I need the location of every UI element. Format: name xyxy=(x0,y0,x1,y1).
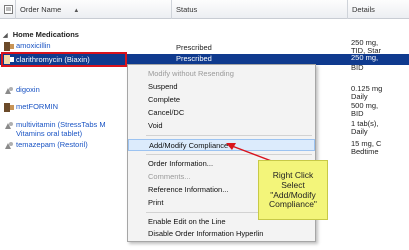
details-line: Daily xyxy=(351,127,368,136)
order-name[interactable]: digoxin xyxy=(16,85,40,94)
sort-ascending-icon: ▲ xyxy=(73,8,80,14)
order-name-column-header[interactable]: Order Name ▲ xyxy=(16,0,172,19)
order-details: 250 mg, TID, Star xyxy=(351,39,409,55)
status-header-label: Status xyxy=(176,5,198,14)
details-line: Daily xyxy=(351,92,368,101)
prescription-order-icon xyxy=(4,103,14,112)
section-home-medications[interactable]: ◢ Home Medications xyxy=(0,29,409,40)
order-details: 0.125 mg Daily xyxy=(351,85,409,101)
menu-separator xyxy=(146,154,312,155)
menu-item-add-modify-compliance[interactable]: Add/Modify Compliance xyxy=(128,139,315,151)
menu-item-cancel-dc[interactable]: Cancel/DC xyxy=(128,107,315,119)
documented-med-icon xyxy=(5,87,13,94)
header-icon-column[interactable] xyxy=(0,0,16,19)
instruction-callout: Right Click Select "Add/Modify Complianc… xyxy=(258,160,328,220)
details-column-header[interactable]: Details xyxy=(348,0,409,19)
notes-icon xyxy=(4,5,13,14)
order-details: BID xyxy=(351,64,409,72)
documented-med-icon xyxy=(5,142,13,149)
menu-item-suspend[interactable]: Suspend xyxy=(128,81,315,93)
details-header-label: Details xyxy=(352,5,375,14)
details-line: Bedtime xyxy=(351,147,379,156)
order-status: Prescribed xyxy=(176,43,212,52)
menu-item-complete[interactable]: Complete xyxy=(128,94,315,106)
menu-item-disable-order-information-hyperlink[interactable]: Disable Order Information Hyperlin xyxy=(128,228,315,240)
order-name-line: Vitamins oral tablet) xyxy=(16,129,83,138)
order-name[interactable]: multivitamin (StressTabs M Vitamins oral… xyxy=(16,120,126,138)
order-row-amoxicillin[interactable]: amoxicillin Prescribed 250 mg, TID, Star xyxy=(0,39,409,55)
menu-item-void[interactable]: Void xyxy=(128,120,315,132)
callout-line: Compliance" xyxy=(269,199,317,210)
order-details: 250 mg, xyxy=(351,54,409,62)
order-name[interactable]: metFORMIN xyxy=(16,102,58,111)
order-details: 500 mg, BID xyxy=(351,102,409,118)
order-details: 1 tab(s), Daily xyxy=(351,120,409,136)
order-details: 15 mg, C Bedtime xyxy=(351,140,409,156)
menu-item-modify-without-resending[interactable]: Modify without Resending xyxy=(128,68,315,80)
menu-separator xyxy=(146,135,312,136)
order-name[interactable]: temazepam (Restoril) xyxy=(16,140,88,149)
documented-med-icon xyxy=(5,122,13,129)
prescription-order-icon xyxy=(4,42,14,51)
orders-window: Order Name ▲ Status Details ◢ Home Medic… xyxy=(0,0,409,250)
details-line: BID xyxy=(351,109,364,118)
order-name-header-label: Order Name xyxy=(20,5,62,14)
order-name[interactable]: amoxicillin xyxy=(16,41,51,50)
highlight-box xyxy=(1,52,127,67)
status-column-header[interactable]: Status xyxy=(172,0,348,19)
section-title: Home Medications xyxy=(12,30,79,39)
order-status: Prescribed xyxy=(176,54,212,63)
details-line: 250 mg, xyxy=(351,54,379,62)
details-line: BID xyxy=(351,64,364,72)
order-name-line: multivitamin (StressTabs M xyxy=(16,120,106,129)
column-header-row: Order Name ▲ Status Details xyxy=(0,0,409,19)
